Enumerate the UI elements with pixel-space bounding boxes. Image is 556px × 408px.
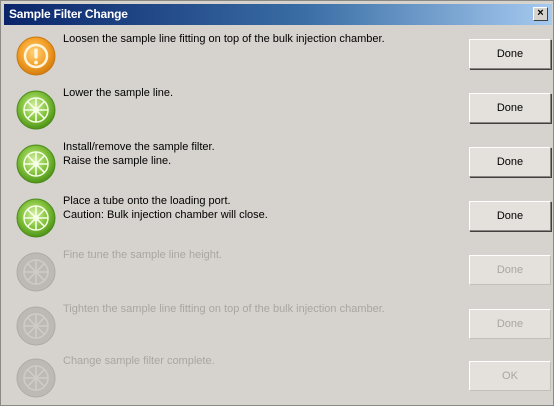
pending-icon [16,306,56,346]
pending-icon [16,358,56,398]
step-7-ok-button[interactable]: OK [469,361,551,391]
step-6-done-button[interactable]: Done [469,309,551,339]
pending-icon [16,252,56,292]
step-3-done-button[interactable]: Done [469,147,551,177]
step-instruction: Fine tune the sample line height. [63,249,222,261]
title-bar[interactable]: Sample Filter Change × [4,4,552,25]
check-icon [16,144,56,184]
step-2-done-button[interactable]: Done [469,93,551,123]
step-1-done-button[interactable]: Done [469,39,551,69]
step-5-done-button[interactable]: Done [469,255,551,285]
step-row-6: Tighten the sample line fitting on top o… [1,301,555,355]
step-instruction: Install/remove the sample filter. Raise … [63,141,215,167]
step-instruction: Change sample filter complete. [63,355,215,367]
step-row-2: Lower the sample line. Done [1,85,555,139]
step-instruction: Lower the sample line. [63,87,174,99]
check-icon [16,198,56,238]
step-row-5: Fine tune the sample line height. Done [1,247,555,301]
step-row-3: Install/remove the sample filter. Raise … [1,139,555,193]
window-title: Sample Filter Change [9,7,128,21]
check-icon [16,90,56,130]
sample-filter-change-dialog: Sample Filter Change × Loosen the sample… [0,0,554,406]
exclamation-icon [16,36,56,76]
step-instruction: Place a tube onto the loading port. Caut… [63,195,268,221]
step-4-done-button[interactable]: Done [469,201,551,231]
step-instruction: Loosen the sample line fitting on top of… [63,33,385,45]
close-button[interactable]: × [533,7,548,21]
step-row-1: Loosen the sample line fitting on top of… [1,31,555,85]
step-row-4: Place a tube onto the loading port. Caut… [1,193,555,247]
step-row-7: Change sample filter complete. OK [1,353,555,407]
step-instruction: Tighten the sample line fitting on top o… [63,303,385,315]
